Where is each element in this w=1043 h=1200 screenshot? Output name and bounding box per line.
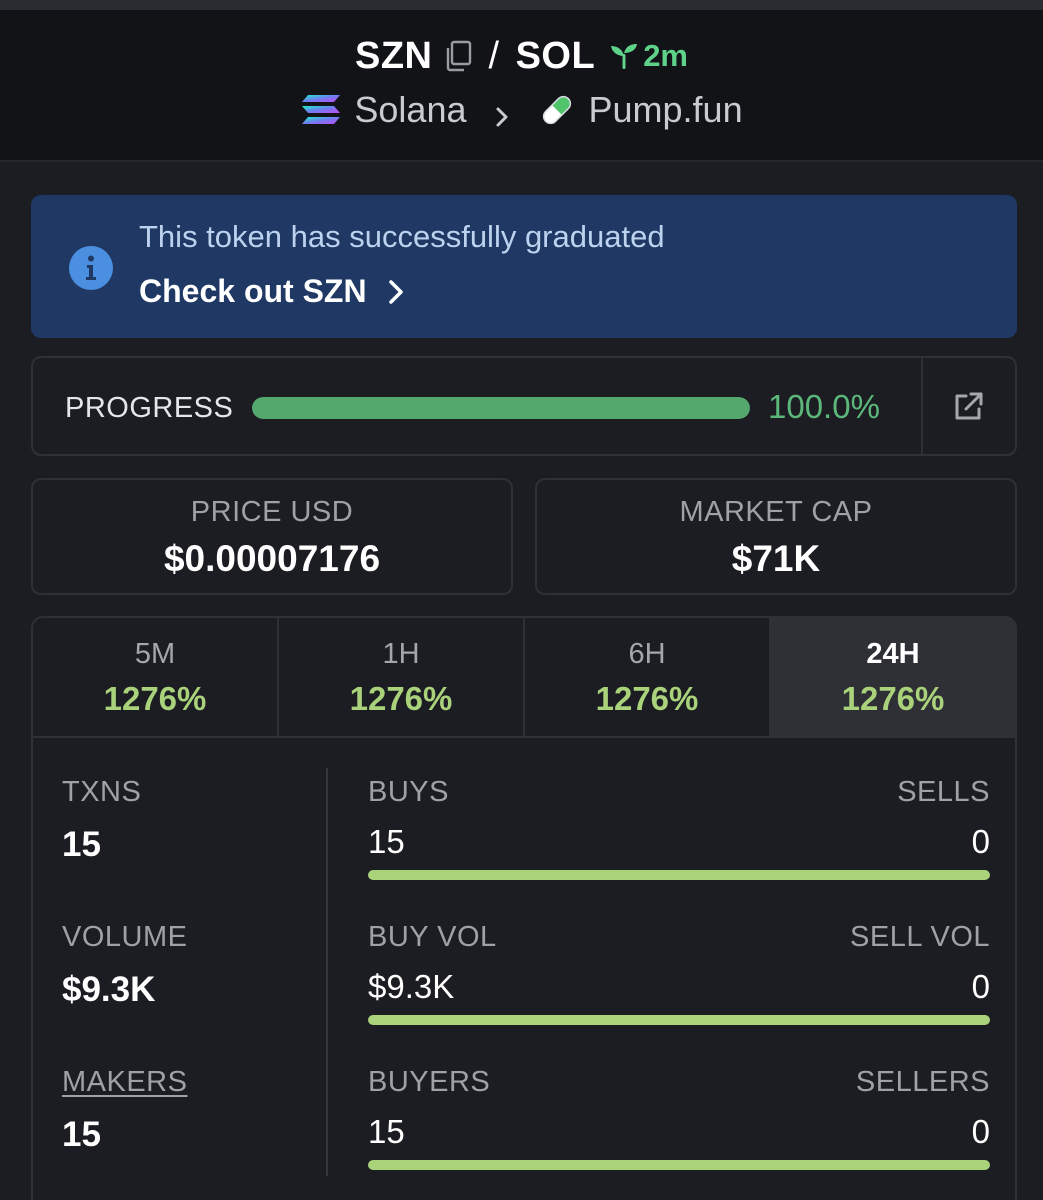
txns-stat: TXNS 15: [62, 776, 141, 865]
buyvol-sellvol-stat: BUY VOL SELL VOL $9.3K 0: [368, 921, 990, 1033]
pill-icon: [537, 90, 577, 130]
price-usd-value: $0.00007176: [163, 538, 381, 579]
tab-name: 1H: [382, 638, 420, 670]
base-symbol: SZN: [355, 34, 433, 77]
chevron-right-icon: [388, 279, 403, 304]
external-link-icon[interactable]: [951, 390, 985, 424]
buy-vol-value: $9.3K: [368, 968, 455, 1005]
market-cap-label: MARKET CAP: [679, 496, 873, 528]
buyvol-sellvol-bar: [368, 1015, 990, 1025]
quote-symbol: SOL: [515, 34, 596, 77]
buy-share: [368, 1160, 990, 1170]
buy-vol-label: BUY VOL: [368, 921, 497, 953]
check-out-label: Check out SZN: [139, 273, 367, 309]
age-text: 2m: [643, 38, 688, 73]
pair-title-row: SZN / SOL 2m: [0, 34, 1043, 78]
pair-separator: /: [488, 34, 500, 77]
sprout-icon: [609, 41, 639, 71]
progress-track: [252, 397, 750, 419]
market-cap-value: $71K: [731, 538, 821, 579]
txns-value: 15: [62, 825, 101, 864]
chain-name[interactable]: Solana: [354, 89, 466, 131]
tab-name: 6H: [628, 638, 666, 670]
tab-change: 1276%: [103, 680, 207, 717]
timeframe-tabs: 5M 1276% 1H 1276% 6H 1276% 24H 1276%: [31, 616, 1017, 738]
chevron-right-icon: [489, 97, 515, 127]
buyers-label: BUYERS: [368, 1066, 491, 1098]
sells-value: 0: [971, 823, 990, 860]
market-cap-card: MARKET CAP $71K: [535, 478, 1017, 595]
txns-label: TXNS: [62, 776, 142, 808]
stats-divider: [326, 768, 328, 1176]
tab-name: 5M: [134, 638, 176, 670]
tab-1h[interactable]: 1H 1276%: [279, 618, 525, 736]
trade-stats-panel: TXNS 15 VOLUME $9.3K MAKERS 15 BUYS SELL…: [31, 738, 1017, 1200]
pair-age: 2m: [609, 38, 688, 74]
buys-value: 15: [368, 823, 405, 860]
graduated-banner: This token has successfully graduated Ch…: [31, 195, 1017, 338]
info-icon: [68, 245, 114, 291]
volume-label: VOLUME: [62, 921, 188, 953]
tab-24h[interactable]: 24H 1276%: [771, 618, 1015, 736]
buys-sells-bar: [368, 870, 990, 880]
tab-change: 1276%: [841, 680, 945, 717]
sell-vol-label: SELL VOL: [850, 921, 990, 953]
progress-divider: [921, 358, 923, 454]
top-strip: [0, 0, 1043, 10]
check-out-link[interactable]: Check out SZN: [139, 273, 407, 310]
buys-label: BUYS: [368, 776, 449, 808]
makers-label[interactable]: MAKERS: [62, 1066, 187, 1099]
price-usd-label: PRICE USD: [190, 496, 354, 528]
sellers-label: SELLERS: [855, 1066, 990, 1098]
tab-change: 1276%: [349, 680, 453, 717]
buyers-sellers-stat: BUYERS SELLERS 15 0: [368, 1066, 990, 1178]
tab-change: 1276%: [595, 680, 699, 717]
progress-label: PROGRESS: [65, 392, 234, 424]
chain-breadcrumb: Solana Pump.fun: [0, 88, 1043, 132]
makers-stat: MAKERS 15: [62, 1066, 187, 1155]
dex-name[interactable]: Pump.fun: [589, 89, 743, 131]
sellers-value: 0: [971, 1113, 990, 1150]
volume-value: $9.3K: [62, 970, 156, 1009]
buyers-value: 15: [368, 1113, 405, 1150]
buy-share: [368, 1015, 990, 1025]
buys-sells-stat: BUYS SELLS 15 0: [368, 776, 990, 888]
tab-5m[interactable]: 5M 1276%: [33, 618, 279, 736]
sells-label: SELLS: [897, 776, 990, 808]
copy-icon[interactable]: [443, 39, 473, 73]
tab-6h[interactable]: 6H 1276%: [525, 618, 771, 736]
price-usd-card: PRICE USD $0.00007176: [31, 478, 513, 595]
tab-name: 24H: [866, 638, 920, 670]
solana-logo-icon: [300, 93, 342, 127]
makers-value: 15: [62, 1115, 101, 1154]
banner-message: This token has successfully graduated: [139, 219, 665, 254]
buy-share: [368, 870, 990, 880]
progress-fill: [252, 397, 750, 419]
volume-stat: VOLUME $9.3K: [62, 921, 187, 1010]
buyers-sellers-bar: [368, 1160, 990, 1170]
pair-header: SZN / SOL 2m Solana Pump.fun: [0, 10, 1043, 162]
bonding-progress: PROGRESS 100.0%: [31, 356, 1017, 456]
progress-percent: 100.0%: [768, 388, 880, 425]
sell-vol-value: 0: [971, 968, 990, 1005]
